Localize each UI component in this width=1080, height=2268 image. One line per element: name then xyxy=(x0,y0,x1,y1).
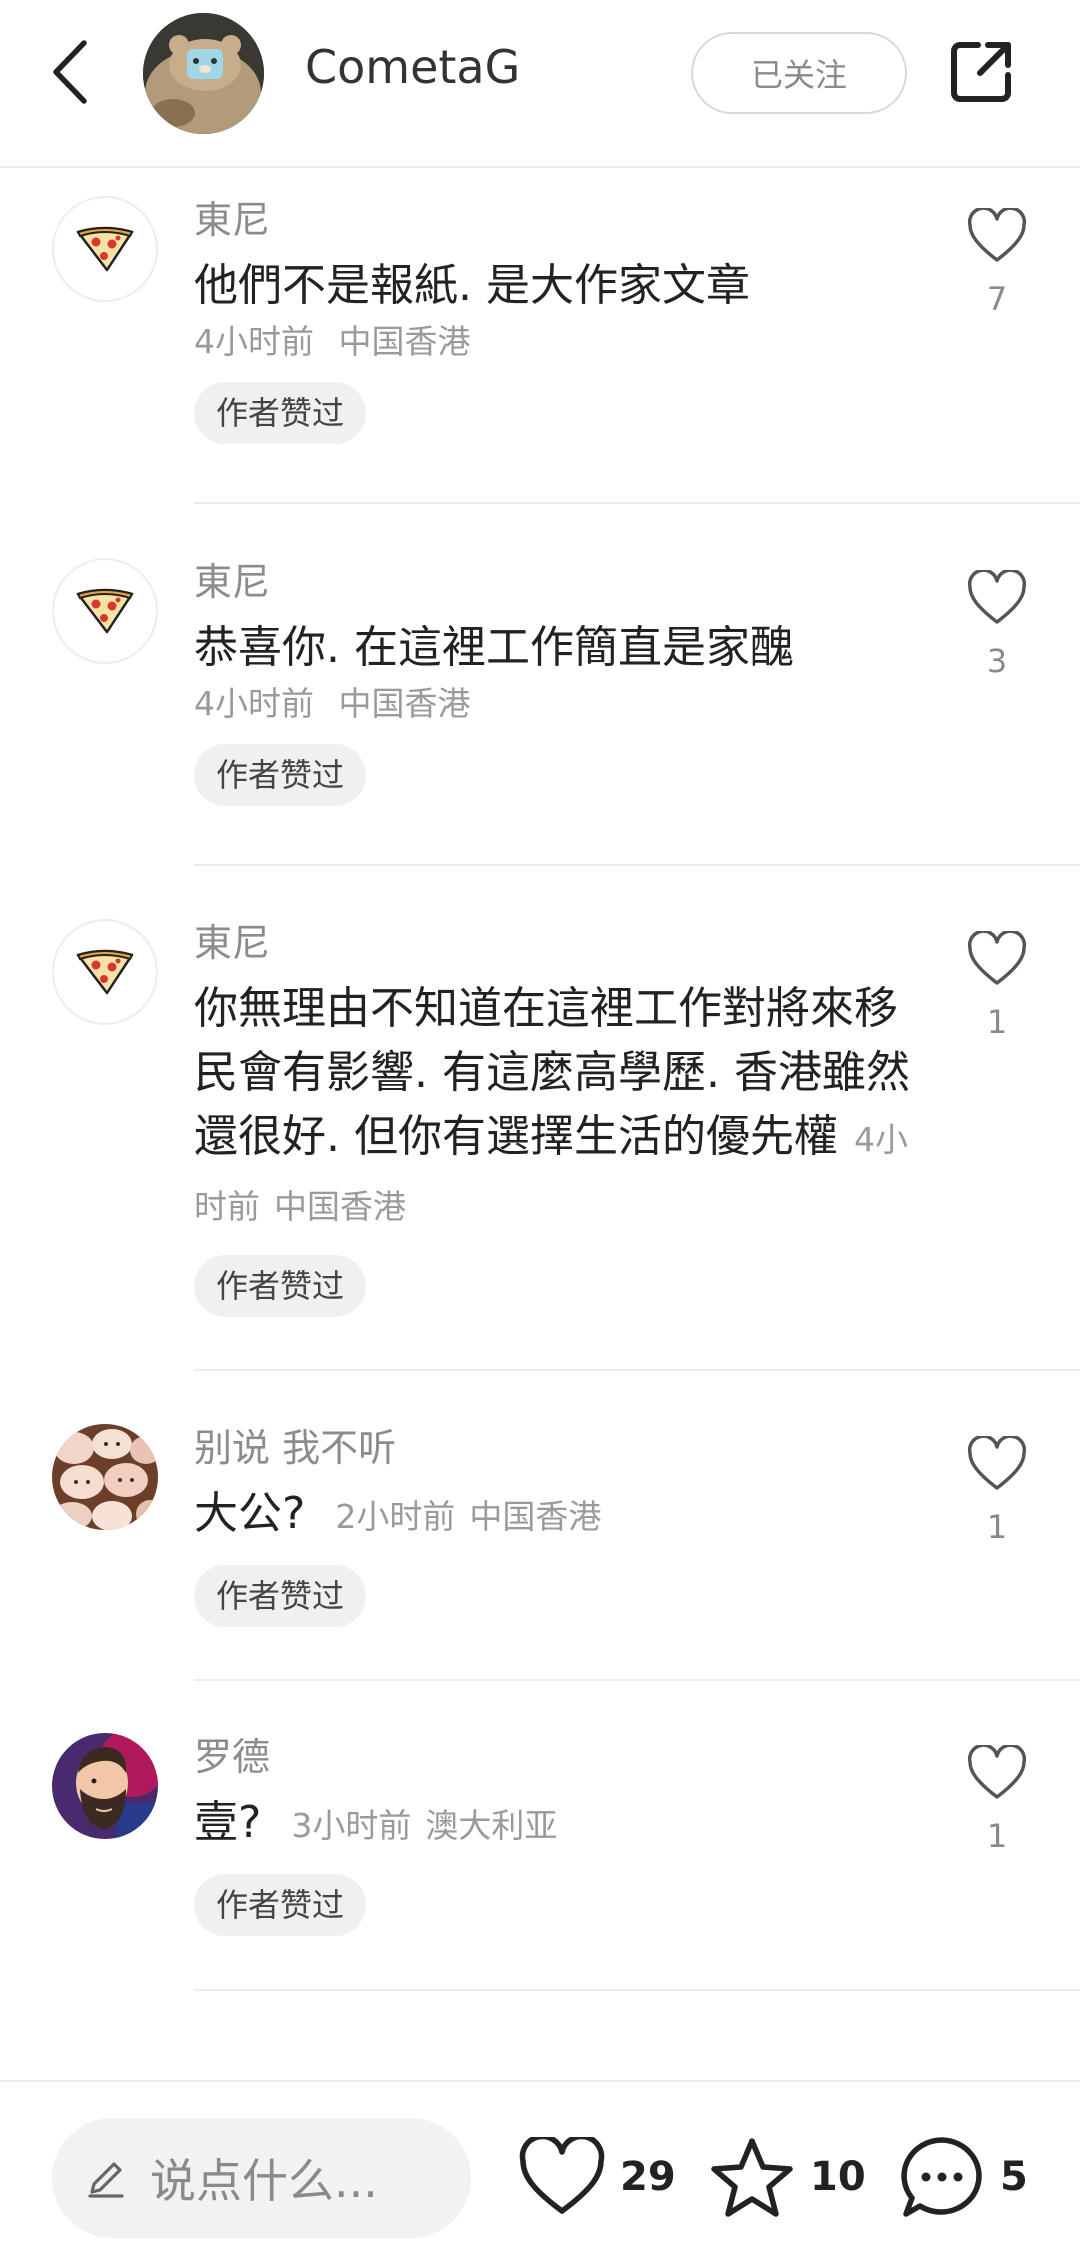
comment-meta: 4小时前 中国香港 xyxy=(194,680,914,728)
commenter-name[interactable]: 東尼 xyxy=(194,196,914,244)
comment-text: 恭喜你. 在這裡工作簡直是家醜 xyxy=(194,622,794,673)
author-liked-badge: 作者赞过 xyxy=(194,1874,367,1936)
comment-text: 大公? 2小时前 中国香港 xyxy=(194,1482,914,1549)
star-outline-icon xyxy=(711,2138,793,2217)
author-liked-badge: 作者赞过 xyxy=(194,382,367,444)
bottom-action-bar: 说点什么... 29 10 5 xyxy=(0,2080,1080,2268)
heart-outline-icon xyxy=(967,929,1027,985)
comment-time: 4小时前 xyxy=(194,684,314,723)
author-avatar[interactable] xyxy=(143,13,264,134)
comment-location: 中国香港 xyxy=(274,1187,406,1226)
bearded-man-illustration xyxy=(52,1733,158,1839)
commenter-name[interactable]: 罗德 xyxy=(194,1733,914,1781)
comment-button[interactable]: 5 xyxy=(898,2132,1028,2222)
bear-avatar-image xyxy=(143,13,264,134)
chevron-left-icon xyxy=(53,40,87,104)
share-external-icon xyxy=(951,42,1011,102)
author-liked-badge: 作者赞过 xyxy=(194,744,367,806)
commenter-avatar[interactable] xyxy=(52,196,158,302)
heart-outline-icon xyxy=(519,2137,605,2214)
heart-outline-icon xyxy=(967,206,1027,262)
comment-location: 中国香港 xyxy=(338,684,471,723)
comment-meta: 4小时前 中国香港 xyxy=(194,318,914,366)
comment-time: 3小时前 xyxy=(291,1806,412,1845)
divider xyxy=(194,1989,1080,1991)
comment-time: 4小时前 xyxy=(194,322,314,361)
commenter-avatar[interactable] xyxy=(52,558,158,664)
plush-toys-photo xyxy=(52,1424,158,1530)
commenter-name[interactable]: 東尼 xyxy=(194,919,914,967)
comment-text: 他們不是報紙. 是大作家文章 xyxy=(194,260,750,311)
commenter-avatar[interactable] xyxy=(52,919,158,1025)
favorite-button[interactable]: 10 xyxy=(708,2132,866,2222)
comment-like-button[interactable]: 3 xyxy=(962,568,1032,680)
like-button[interactable]: 29 xyxy=(518,2132,676,2222)
author-username[interactable]: CometaG xyxy=(305,40,520,94)
favorite-count: 10 xyxy=(810,2154,866,2200)
comment-text-content: 大公? xyxy=(194,1488,306,1539)
divider xyxy=(194,1679,1080,1681)
comment-like-count: 1 xyxy=(986,1508,1008,1546)
pizza-icon xyxy=(76,226,134,272)
heart-outline-icon xyxy=(967,1743,1027,1799)
comment-like-count: 1 xyxy=(986,1817,1008,1855)
author-liked-badge: 作者赞过 xyxy=(194,1565,367,1627)
comment-location: 中国香港 xyxy=(469,1497,602,1536)
like-count: 29 xyxy=(620,2154,676,2200)
share-button[interactable] xyxy=(945,36,1017,108)
top-bar: CometaG 已关注 xyxy=(0,0,1080,168)
comment-text-content: 壹? xyxy=(194,1797,262,1848)
comment-count: 5 xyxy=(1000,2154,1028,2200)
comment-like-count: 3 xyxy=(986,642,1008,680)
comment-location: 澳大利亚 xyxy=(425,1806,558,1845)
divider xyxy=(194,1369,1080,1371)
comment-text: 壹? 3小时前 澳大利亚 xyxy=(194,1791,914,1858)
back-button[interactable] xyxy=(40,36,100,108)
pencil-icon xyxy=(88,2162,124,2198)
comment-like-count: 1 xyxy=(986,1003,1008,1041)
pizza-icon xyxy=(76,949,134,995)
comment-input[interactable]: 说点什么... xyxy=(52,2118,471,2238)
chat-bubble-icon xyxy=(901,2137,982,2217)
pizza-icon xyxy=(76,588,134,634)
comment-like-button[interactable]: 1 xyxy=(962,929,1032,1041)
comment-text: 你無理由不知道在這裡工作對將來移民會有影響. 有這麼高學歷. 香港雖然還很好. … xyxy=(194,977,914,1239)
commenter-avatar[interactable] xyxy=(52,1424,158,1530)
commenter-avatar[interactable] xyxy=(52,1733,158,1839)
comment-like-button[interactable]: 1 xyxy=(962,1743,1032,1855)
commenter-name[interactable]: 别说 我不听 xyxy=(194,1424,914,1472)
divider xyxy=(194,502,1080,504)
follow-button[interactable]: 已关注 xyxy=(691,32,907,114)
divider xyxy=(194,864,1080,866)
heart-outline-icon xyxy=(967,1434,1027,1490)
author-liked-badge: 作者赞过 xyxy=(194,1255,367,1317)
commenter-name[interactable]: 東尼 xyxy=(194,558,914,606)
comment-text-content: 你無理由不知道在這裡工作對將來移民會有影響. 有這麼高學歷. 香港雖然還很好. … xyxy=(194,983,910,1162)
comment-like-button[interactable]: 7 xyxy=(962,206,1032,318)
comment-like-button[interactable]: 1 xyxy=(962,1434,1032,1546)
comment-like-count: 7 xyxy=(986,280,1008,318)
heart-outline-icon xyxy=(967,568,1027,624)
comment-location: 中国香港 xyxy=(338,322,471,361)
comment-input-placeholder: 说点什么... xyxy=(150,2154,378,2208)
comment-time: 2小时前 xyxy=(335,1497,456,1536)
